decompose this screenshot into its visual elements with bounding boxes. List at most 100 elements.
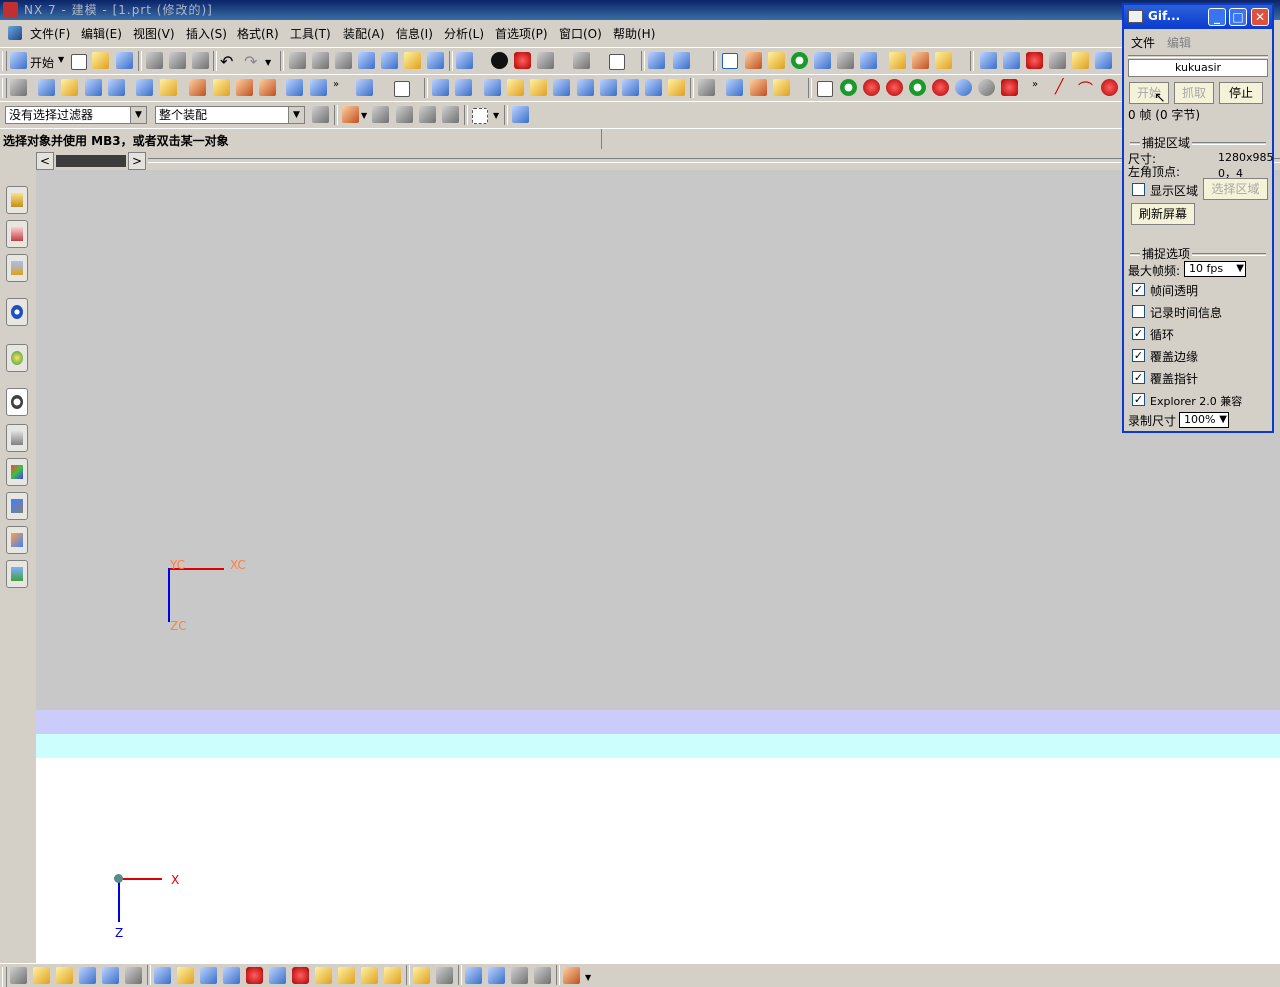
assembly-sequence-icon[interactable]: [563, 967, 580, 984]
selection-cube-icon[interactable]: [512, 106, 529, 123]
explode-view-icon[interactable]: [33, 967, 50, 984]
simulation-icon[interactable]: [750, 79, 767, 96]
background-icon[interactable]: [609, 54, 625, 70]
menu-analysis[interactable]: 分析(L): [444, 25, 484, 42]
show-area-checkbox[interactable]: [1132, 183, 1145, 196]
rotate-icon[interactable]: [381, 52, 398, 69]
undo-icon[interactable]: ↶: [220, 52, 233, 71]
chevron-down-icon[interactable]: ▼: [1236, 262, 1244, 276]
block-icon[interactable]: [136, 79, 153, 96]
offset-icon[interactable]: [455, 79, 472, 96]
chevron-down-icon[interactable]: ▼: [288, 107, 304, 123]
ruler-icon[interactable]: [889, 52, 906, 69]
time-info-checkbox[interactable]: [1132, 305, 1145, 318]
hole-icon[interactable]: [108, 79, 125, 96]
orient-view-icon[interactable]: [673, 52, 690, 69]
protractor-icon[interactable]: [935, 52, 952, 69]
wave-link-icon[interactable]: [361, 967, 378, 984]
start-button-label[interactable]: 开始: [30, 54, 54, 71]
measure-component-icon[interactable]: [511, 967, 528, 984]
draft-icon[interactable]: [1049, 52, 1066, 69]
explorer-checkbox[interactable]: ✓: [1132, 393, 1145, 406]
layout-icon[interactable]: [573, 52, 590, 69]
assembly-constraint-icon[interactable]: [269, 967, 286, 984]
clearance-analysis-icon[interactable]: [534, 967, 551, 984]
surface-icon[interactable]: [980, 52, 997, 69]
zoom-region-icon[interactable]: [312, 52, 329, 69]
constraint-navigator-tab[interactable]: [6, 220, 28, 248]
scroll-right-button[interactable]: >: [128, 152, 146, 170]
chevron-down-icon[interactable]: ▼: [130, 107, 146, 123]
system-scenes-tab[interactable]: [6, 560, 28, 588]
show-hide-constraint-icon[interactable]: [292, 967, 309, 984]
process-studio-tab[interactable]: [6, 458, 28, 486]
shaded-view-icon[interactable]: [456, 52, 473, 69]
menu-assembly[interactable]: 装配(A): [343, 25, 385, 42]
assembly-navigator-tab[interactable]: [6, 186, 28, 214]
shell-icon[interactable]: [356, 79, 373, 96]
mirror-icon[interactable]: [125, 967, 142, 984]
history-tab[interactable]: [6, 388, 28, 416]
note-icon[interactable]: [817, 81, 833, 97]
section-icon[interactable]: [514, 52, 531, 69]
zoom-icon[interactable]: [358, 52, 375, 69]
cursor-icon[interactable]: [837, 52, 854, 69]
menu-preferences[interactable]: 首选项(P): [495, 25, 548, 42]
manufacturing-wizard-tab[interactable]: [6, 492, 28, 520]
type-filter-select[interactable]: 没有选择过滤器 ▼: [5, 106, 147, 124]
explode-icon[interactable]: [577, 79, 594, 96]
stop-red-icon[interactable]: [863, 79, 880, 96]
unite-icon[interactable]: [189, 79, 206, 96]
paste-icon[interactable]: [192, 52, 209, 69]
system-materials-tab[interactable]: [6, 424, 28, 452]
trim-icon[interactable]: [259, 79, 276, 96]
sequence-dropdown-icon[interactable]: ▼: [585, 973, 591, 982]
sequence-icon[interactable]: [600, 79, 617, 96]
redo-dropdown-icon[interactable]: ▼: [265, 58, 271, 67]
curve-rule-icon[interactable]: [372, 106, 389, 123]
graphics-white-area[interactable]: [36, 758, 1280, 963]
arc-icon[interactable]: [791, 52, 808, 69]
menu-window[interactable]: 窗口(O): [559, 25, 602, 42]
angle-icon[interactable]: [912, 52, 929, 69]
interpart-icon[interactable]: [413, 967, 430, 984]
select-area-button[interactable]: 选择区域: [1203, 178, 1268, 200]
gif-menu-edit[interactable]: 编辑: [1167, 34, 1191, 51]
menu-insert[interactable]: 插入(S): [186, 25, 227, 42]
reuse-library-tab[interactable]: [6, 298, 28, 326]
gear-icon[interactable]: [978, 79, 995, 96]
wave-icon[interactable]: [668, 79, 685, 96]
curvature-icon[interactable]: [1026, 52, 1043, 69]
reference-set-icon[interactable]: [645, 79, 662, 96]
chamfer-icon[interactable]: [310, 79, 327, 96]
constraint-icon[interactable]: [530, 79, 547, 96]
menu-help[interactable]: 帮助(H): [613, 25, 655, 42]
tab-thumb[interactable]: [56, 155, 126, 167]
face-icon[interactable]: [432, 79, 449, 96]
rectangle-select-icon[interactable]: [472, 108, 488, 124]
datum-plane-icon[interactable]: [394, 81, 410, 97]
remember-constraint-icon[interactable]: [315, 967, 332, 984]
pattern-component-icon[interactable]: [200, 967, 217, 984]
intersect-icon[interactable]: [236, 79, 253, 96]
rectangle-dropdown-icon[interactable]: ▼: [493, 111, 499, 120]
sequence-nav-icon[interactable]: [79, 967, 96, 984]
refresh-screen-button[interactable]: 刷新屏幕: [1131, 203, 1195, 225]
clone-icon[interactable]: [102, 967, 119, 984]
ring-blue-icon[interactable]: [955, 79, 972, 96]
transparent-checkbox[interactable]: ✓: [1132, 283, 1145, 296]
loop-checkbox[interactable]: ✓: [1132, 327, 1145, 340]
part-navigator-tab[interactable]: [6, 254, 28, 282]
gif-grab-button[interactable]: 抓取: [1174, 82, 1214, 104]
assembly-icon[interactable]: [484, 79, 501, 96]
clearance-icon[interactable]: [622, 79, 639, 96]
drawing-icon[interactable]: [56, 967, 73, 984]
menu-tools[interactable]: 工具(T): [290, 25, 331, 42]
new-component-icon[interactable]: [177, 967, 194, 984]
manufacturing-icon[interactable]: [726, 79, 743, 96]
extrude-icon[interactable]: [61, 79, 78, 96]
close-icon[interactable]: ✕: [1251, 8, 1269, 26]
sphere-icon[interactable]: [160, 79, 177, 96]
perspective-icon[interactable]: [427, 52, 444, 69]
line-red-icon[interactable]: ╱: [1055, 79, 1063, 95]
